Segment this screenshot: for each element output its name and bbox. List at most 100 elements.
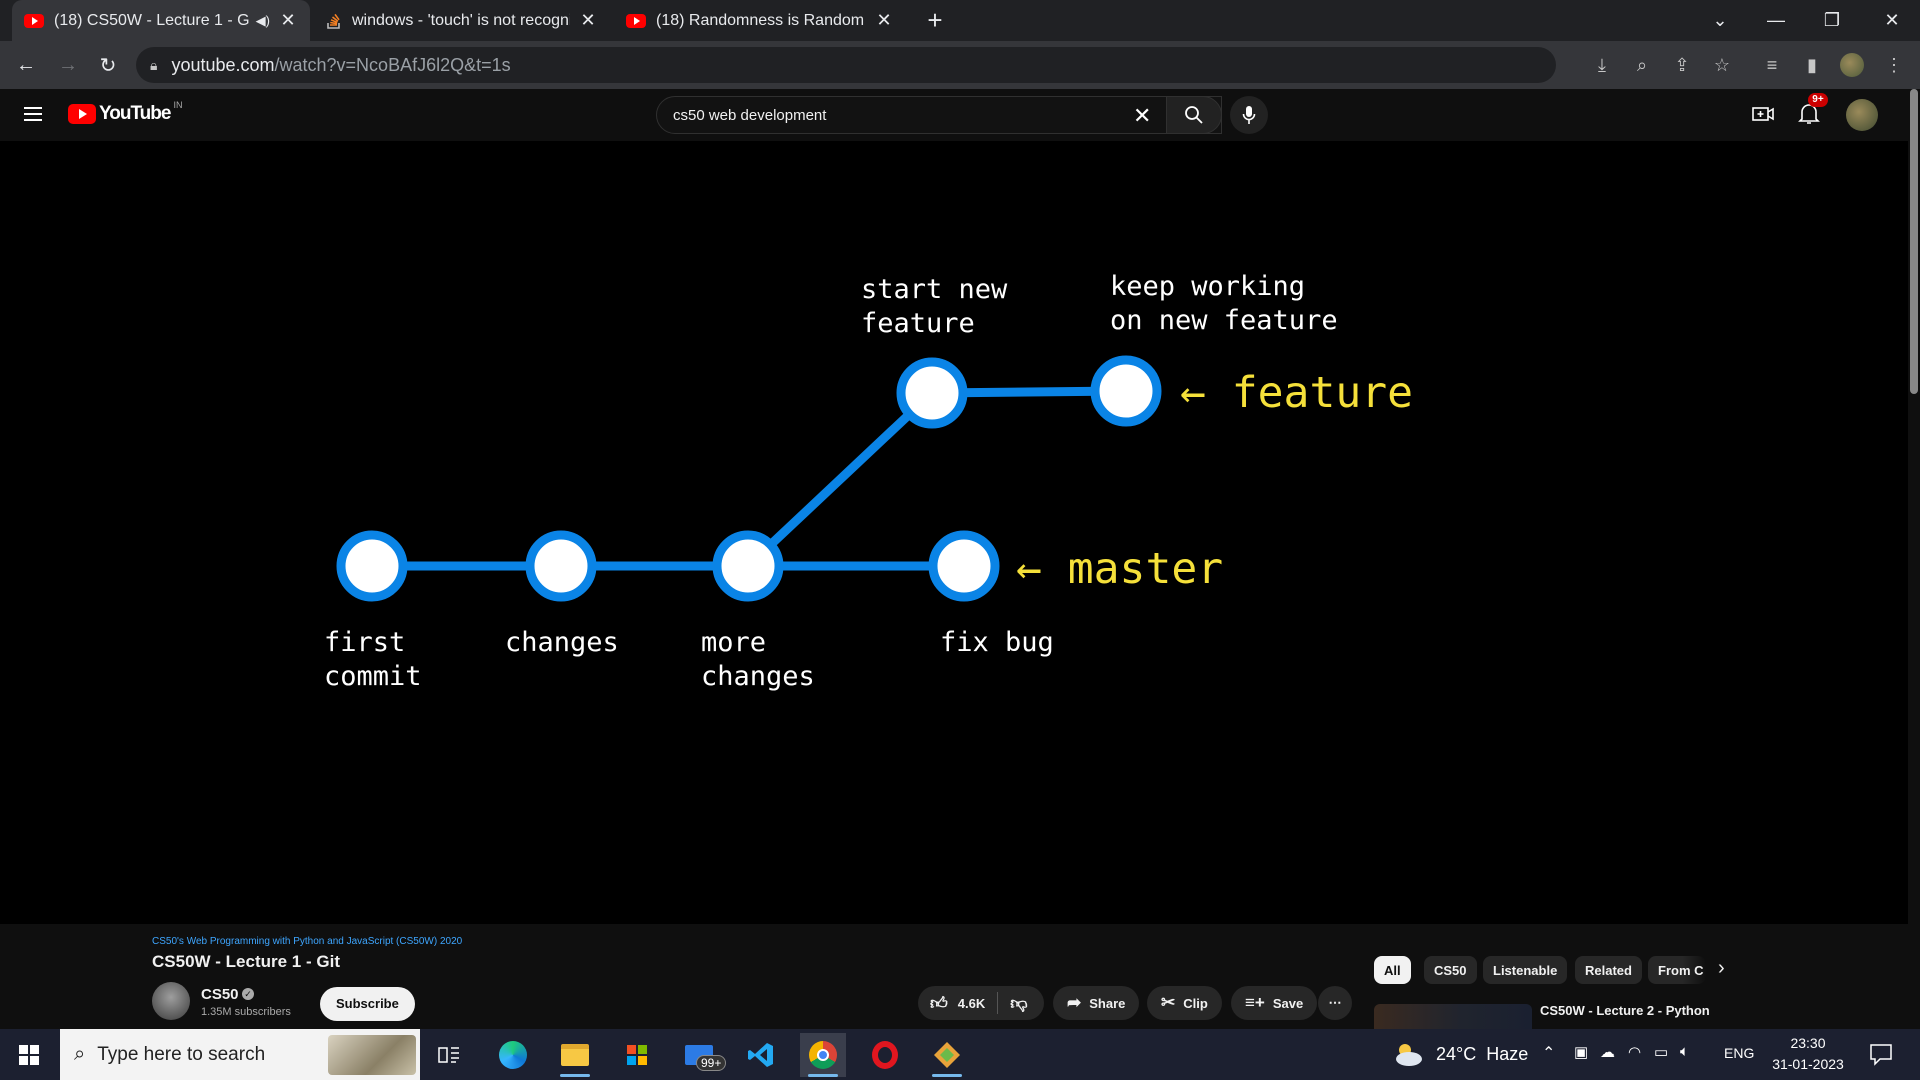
clock-date[interactable]: 31-01-2023	[1762, 1056, 1854, 1072]
commit-node-start-feature	[896, 357, 968, 429]
input-language[interactable]: ENG	[1724, 1045, 1754, 1061]
chip-cs50[interactable]: CS50	[1424, 956, 1477, 984]
label-start-feature-1: start new	[861, 274, 1008, 305]
weather-text[interactable]: 24°C Haze	[1436, 1044, 1528, 1065]
edge-icon[interactable]	[490, 1033, 536, 1077]
youtube-logo[interactable]: YouTube IN	[68, 100, 182, 125]
microphone-icon	[1242, 106, 1256, 124]
tab-search-icon[interactable]: ⌄	[1692, 0, 1748, 41]
task-view-icon[interactable]	[426, 1033, 472, 1077]
taskbar-search-input[interactable]: ⌕ Type here to search	[60, 1029, 420, 1080]
related-thumbnail[interactable]	[1374, 1004, 1532, 1029]
back-icon[interactable]: ←	[10, 49, 42, 81]
label-first-commit-1: first	[324, 627, 405, 658]
tab-stackoverflow[interactable]: windows - 'touch' is not recogniz ✕	[314, 0, 610, 41]
playlist-link[interactable]: CS50's Web Programming with Python and J…	[152, 936, 462, 947]
install-icon[interactable]: ⤓	[1588, 51, 1616, 79]
video-player[interactable]: first commit changes more changes fix bu…	[0, 141, 1908, 924]
search-icon	[1185, 106, 1203, 124]
playlist-add-icon: ≡+	[1245, 993, 1265, 1012]
restore-icon[interactable]: ❐	[1804, 0, 1860, 41]
label-fix-bug: fix bug	[940, 627, 1054, 658]
speaker-muted-icon[interactable]: ◀︎)	[256, 13, 270, 29]
clip-button[interactable]: ✂ Clip	[1147, 986, 1222, 1020]
windows-start-icon[interactable]	[6, 1033, 52, 1077]
onedrive-icon[interactable]: ☁	[1600, 1043, 1615, 1061]
subscribe-button[interactable]: Subscribe	[320, 987, 415, 1021]
new-tab-button[interactable]: +	[920, 6, 950, 36]
forward-icon[interactable]: →	[52, 49, 84, 81]
zebra-search-art	[328, 1035, 416, 1075]
channel-avatar[interactable]	[152, 982, 190, 1020]
chrome-icon[interactable]	[800, 1033, 846, 1077]
like-dislike-group: 👍︎ 4.6K 👎︎	[918, 986, 1044, 1020]
volume-icon[interactable]: 🔈︎	[1680, 1043, 1689, 1060]
git-gui-icon[interactable]	[924, 1033, 970, 1077]
commit-node-changes	[525, 530, 597, 602]
search-input[interactable]: cs50 web development ✕	[656, 96, 1222, 134]
channel-name[interactable]: CS50	[201, 986, 239, 1003]
weather-cloud-icon[interactable]	[1392, 1039, 1424, 1069]
youtube-logo-text: YouTube	[99, 103, 171, 124]
youtube-icon	[24, 13, 44, 28]
opera-icon[interactable]	[862, 1033, 908, 1077]
profile-avatar[interactable]	[1838, 51, 1866, 79]
address-bar[interactable]: 🔒︎ youtube.com/watch?v=NcoBAfJ6l2Q&t=1s	[136, 47, 1556, 83]
url-path: /watch?v=NcoBAfJ6l2Q&t=1s	[274, 54, 511, 75]
tab-cs50w-lecture[interactable]: (18) CS50W - Lecture 1 - Git ◀︎) ✕	[12, 0, 310, 41]
verified-check-icon: ✓	[242, 988, 254, 1000]
wifi-icon[interactable]: ◠	[1628, 1043, 1641, 1061]
save-button[interactable]: ≡+ Save	[1231, 986, 1318, 1020]
chip-related[interactable]: Related	[1575, 956, 1642, 984]
create-video-icon[interactable]	[1750, 101, 1776, 127]
hamburger-menu-icon[interactable]	[22, 103, 44, 125]
share-button[interactable]: ➦ Share	[1053, 986, 1140, 1020]
voice-search-button[interactable]	[1230, 96, 1268, 134]
mail-icon[interactable]: 99+	[676, 1033, 727, 1077]
minimize-icon[interactable]: —	[1748, 0, 1804, 41]
file-explorer-icon[interactable]	[552, 1033, 598, 1077]
more-actions-icon[interactable]: ⋯	[1318, 986, 1352, 1020]
chrome-menu-icon[interactable]: ⋮	[1880, 51, 1908, 79]
thumbs-down-icon[interactable]: 👎︎	[1010, 993, 1027, 1014]
media-control-icon[interactable]: ≡	[1758, 51, 1786, 79]
share-page-icon[interactable]: ⇪	[1668, 51, 1696, 79]
clear-search-icon[interactable]: ✕	[1133, 103, 1151, 129]
zoom-icon[interactable]: ⌕	[1628, 51, 1656, 79]
page-scrollbar[interactable]	[1908, 89, 1920, 1029]
clock-time[interactable]: 23:30	[1768, 1035, 1848, 1051]
label-changes: changes	[505, 627, 619, 658]
chip-listenable[interactable]: Listenable	[1483, 956, 1568, 984]
branch-label-feature: ← feature	[1180, 368, 1413, 418]
related-video-title[interactable]: CS50W - Lecture 2 - Python	[1540, 1003, 1710, 1018]
chevron-right-icon[interactable]: ›	[1718, 957, 1725, 980]
meet-now-icon[interactable]: ▣	[1574, 1043, 1588, 1061]
battery-icon[interactable]: ▭	[1654, 1043, 1668, 1061]
tab-randomness[interactable]: (18) Randomness is Random - Nu ✕	[614, 0, 906, 41]
search-button[interactable]	[1166, 96, 1222, 134]
scrollbar-thumb[interactable]	[1910, 89, 1918, 394]
search-query: cs50 web development	[673, 106, 827, 124]
thumbs-up-icon[interactable]: 👍︎	[930, 993, 948, 1014]
close-tab-icon[interactable]: ✕	[278, 10, 298, 31]
tab-title: (18) CS50W - Lecture 1 - Git	[54, 11, 250, 29]
chip-from-channel[interactable]: From C	[1648, 956, 1706, 984]
commit-node-more-changes	[712, 530, 784, 602]
reload-icon[interactable]: ↻	[92, 49, 124, 81]
chip-all[interactable]: All	[1374, 956, 1411, 984]
youtube-header: YouTube IN cs50 web development ✕ 9+	[0, 89, 1908, 141]
vscode-icon[interactable]	[738, 1033, 784, 1077]
clip-label: Clip	[1183, 995, 1208, 1011]
bookmark-star-icon[interactable]: ☆	[1708, 51, 1736, 79]
commit-node-keep-working	[1090, 355, 1162, 427]
close-tab-icon[interactable]: ✕	[874, 10, 894, 31]
side-panel-icon[interactable]: ▮	[1798, 51, 1826, 79]
show-hidden-icons-icon[interactable]: ⌃	[1542, 1043, 1555, 1063]
like-count[interactable]: 4.6K	[958, 996, 985, 1011]
close-tab-icon[interactable]: ✕	[578, 10, 598, 31]
account-avatar[interactable]	[1846, 99, 1878, 131]
close-window-icon[interactable]: ✕	[1864, 0, 1920, 41]
label-more-changes-2: changes	[701, 661, 815, 692]
notification-center-icon[interactable]	[1868, 1041, 1894, 1067]
microsoft-store-icon[interactable]	[614, 1033, 660, 1077]
